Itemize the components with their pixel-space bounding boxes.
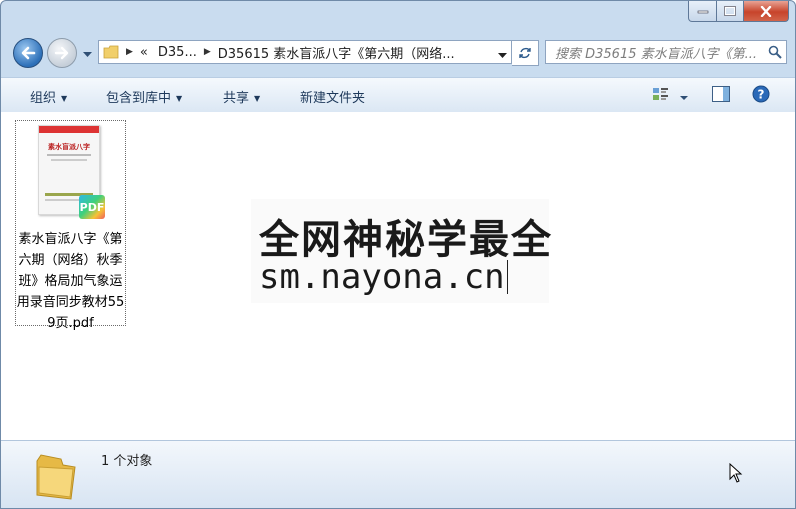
breadcrumb-item-parent[interactable]: D35...: [158, 45, 197, 60]
item-count-status: 1 个对象: [101, 454, 153, 469]
explorer-window: ▶ « D35... ▶ D35615 素水盲派八字《第六期（网络... 搜索 …: [0, 0, 796, 509]
folder-icon: [103, 45, 119, 59]
minimize-button[interactable]: [688, 1, 717, 22]
include-in-library-label: 包含到库中: [106, 91, 172, 106]
view-options-icon: [653, 88, 668, 100]
text-caret: [506, 260, 508, 294]
chevron-right-icon[interactable]: ▶: [204, 47, 211, 57]
chevron-right-icon: ▶: [126, 47, 133, 57]
caret-down-icon: ▼: [61, 94, 68, 103]
thumbnail-title: 素水盲派八字: [48, 143, 90, 151]
share-menu[interactable]: 共享 ▼: [223, 87, 260, 106]
watermark-overlay: 全网神秘学最全 sm.nayona.cn: [251, 199, 551, 303]
mouse-pointer-icon: [729, 463, 743, 483]
maximize-icon: [724, 6, 736, 16]
details-pane: 1 个对象: [1, 440, 795, 508]
organize-menu[interactable]: 组织 ▼: [30, 87, 67, 106]
breadcrumb-overflow[interactable]: «: [140, 45, 148, 60]
include-in-library-menu[interactable]: 包含到库中 ▼: [106, 87, 182, 106]
help-icon: ?: [752, 85, 770, 103]
caption-buttons: [688, 1, 789, 22]
view-options-dropdown[interactable]: [680, 90, 688, 105]
search-icon[interactable]: [764, 45, 786, 59]
file-name[interactable]: 素水盲派八字《第六期（网络）秋季班》格局加气象运用录音同步教材559页.pdf: [16, 229, 125, 334]
close-icon: [760, 5, 772, 17]
thumbnail-text-line: [51, 159, 87, 161]
organize-label: 组织: [30, 91, 57, 106]
watermark-url-row: sm.nayona.cn: [259, 257, 508, 297]
refresh-button[interactable]: [512, 40, 539, 66]
caret-down-icon: [680, 96, 688, 100]
breadcrumb-item-current[interactable]: D35615 素水盲派八字《第六期（网络...: [218, 43, 455, 62]
recent-pages-dropdown[interactable]: [83, 47, 92, 62]
chevron-down-icon: [83, 52, 92, 57]
back-button[interactable]: [13, 38, 43, 68]
share-label: 共享: [223, 91, 250, 106]
new-folder-label: 新建文件夹: [300, 91, 366, 106]
search-placeholder: 搜索 D35615 素水盲派八字《第...: [555, 46, 758, 62]
new-folder-button[interactable]: 新建文件夹: [300, 87, 365, 106]
file-item[interactable]: 素水盲派八字 PDF 素水盲派八字《第六期（网络）秋季班》格局加气象运用录音同步…: [15, 120, 126, 331]
caret-down-icon: ▼: [254, 94, 261, 103]
caret-down-icon: ▼: [176, 94, 183, 103]
address-row: ▶ « D35... ▶ D35615 素水盲派八字《第六期（网络... 搜索 …: [1, 31, 795, 71]
preview-pane-button[interactable]: [712, 86, 730, 106]
pdf-file-icon: PDF: [79, 195, 105, 219]
thumbnail-header-bar: [39, 126, 99, 133]
help-button[interactable]: ?: [752, 85, 770, 107]
file-list-area[interactable]: 素水盲派八字 PDF 素水盲派八字《第六期（网络）秋季班》格局加气象运用录音同步…: [1, 112, 795, 440]
maximize-button[interactable]: [717, 1, 744, 22]
address-bar[interactable]: ▶ « D35... ▶ D35615 素水盲派八字《第六期（网络...: [98, 40, 512, 64]
watermark-url: sm.nayona.cn: [259, 257, 505, 297]
minimize-icon: [697, 10, 708, 14]
command-bar: 组织 ▼ 包含到库中 ▼ 共享 ▼ 新建文件夹 ?: [1, 77, 795, 113]
arrow-right-icon: [54, 46, 69, 60]
change-view-button[interactable]: [652, 86, 670, 106]
forward-button[interactable]: [47, 38, 77, 68]
arrow-left-icon: [21, 46, 36, 60]
search-input[interactable]: 搜索 D35615 素水盲派八字《第...: [545, 40, 787, 64]
svg-text:?: ?: [758, 88, 765, 102]
close-button[interactable]: [744, 1, 789, 22]
address-history-dropdown[interactable]: [498, 48, 507, 63]
refresh-icon: [519, 47, 531, 59]
thumbnail-text-line: [47, 154, 91, 156]
chevron-down-icon: [498, 53, 507, 58]
folder-large-icon: [36, 454, 76, 500]
preview-pane-icon: [712, 86, 730, 102]
